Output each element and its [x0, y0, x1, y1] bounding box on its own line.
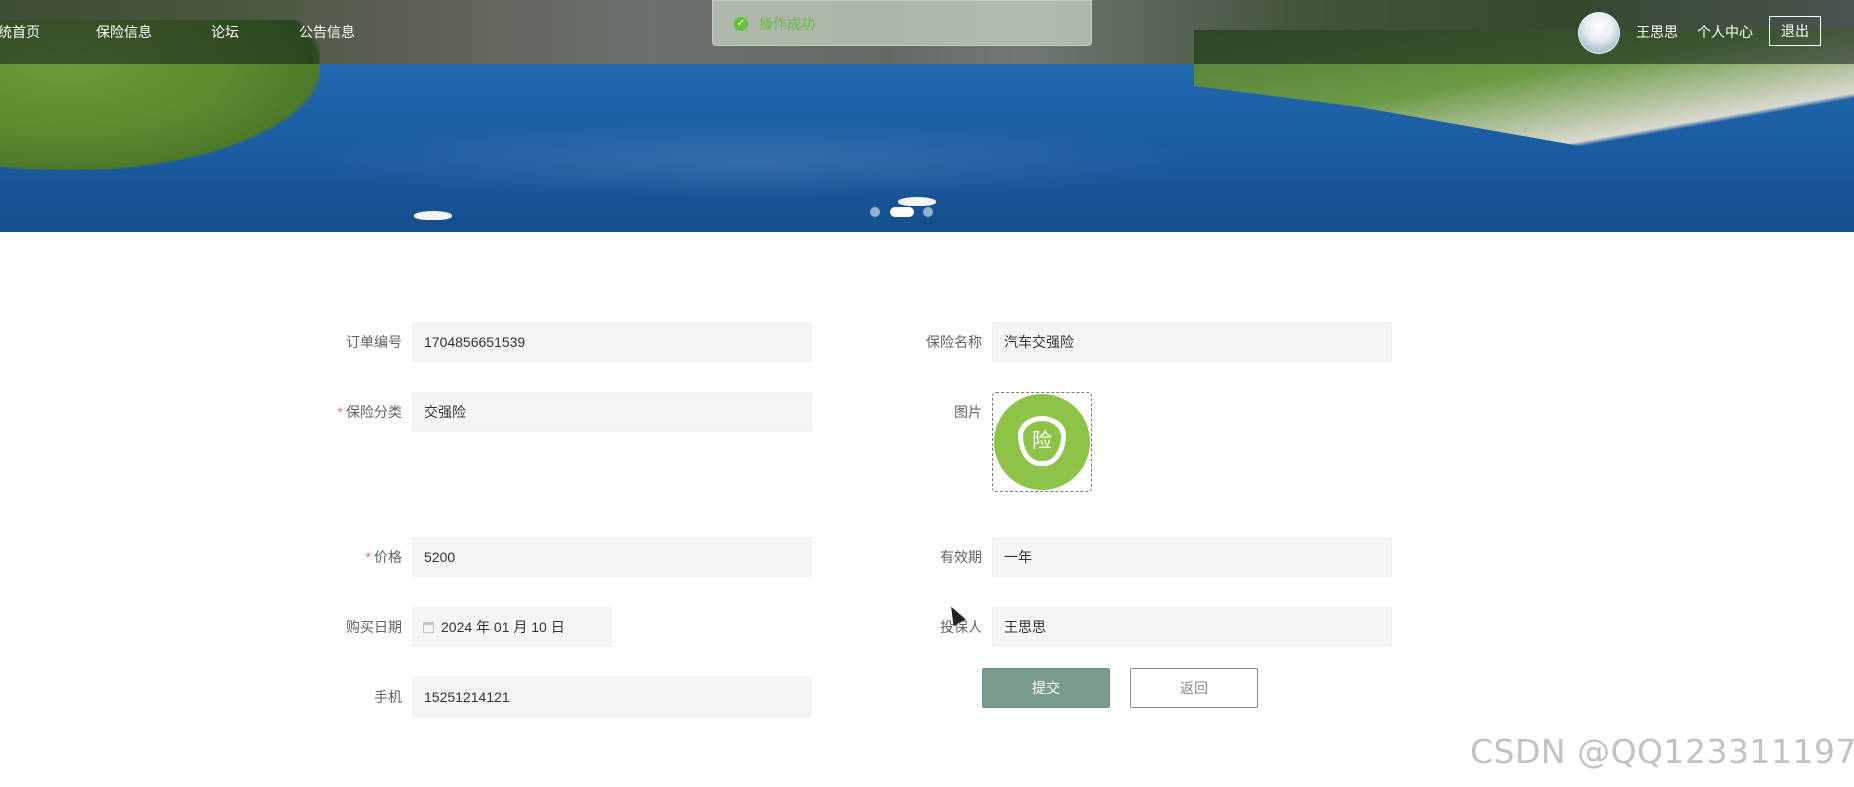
nav-insurance[interactable]: 保险信息 [96, 22, 152, 42]
purchase-date-label: 购买日期 [346, 619, 402, 635]
insurance-name-label: 保险名称 [926, 334, 982, 350]
phone-label: 手机 [374, 689, 402, 705]
carousel-dot-active[interactable] [890, 207, 914, 217]
validity-input[interactable]: 一年 [992, 537, 1392, 577]
username: 王思思 [1636, 24, 1678, 40]
logout-button[interactable]: 退出 [1769, 16, 1821, 46]
shield-outline: 险 [1018, 416, 1066, 466]
submit-button[interactable]: 提交 [982, 668, 1110, 708]
back-button[interactable]: 返回 [1130, 668, 1258, 708]
nav-home[interactable]: 统首页 [0, 22, 40, 42]
purchase-date-picker[interactable]: 2024 年 01 月 10 日 [412, 607, 612, 647]
category-input[interactable]: 交强险 [412, 392, 812, 432]
price-label: * 价格 [272, 547, 402, 567]
category-label-text: 保险分类 [346, 404, 402, 420]
toast-message: 操作成功 [759, 16, 815, 32]
nav-notice[interactable]: 公告信息 [299, 22, 355, 42]
category-label: * 保险分类 [272, 402, 402, 422]
purchase-date-value: 2024 年 01 月 10 日 [441, 619, 565, 635]
insured-input[interactable]: 王思思 [992, 607, 1392, 647]
insurance-glyph: 险 [1023, 421, 1061, 461]
banner-water [300, 120, 1200, 200]
check-circle-icon: ✓ [734, 17, 748, 31]
boat-image [414, 211, 452, 220]
price-label-text: 价格 [374, 549, 402, 565]
carousel-dot[interactable] [870, 207, 880, 217]
insurance-shield-icon: 险 [994, 394, 1090, 490]
watermark: CSDN @QQ123311197 [1470, 732, 1854, 771]
avatar[interactable] [1578, 12, 1620, 54]
insurance-name-input[interactable]: 汽车交强险 [992, 322, 1392, 362]
boat-image [898, 197, 936, 206]
validity-label: 有效期 [940, 549, 982, 565]
required-mark: * [365, 549, 371, 565]
success-toast: ✓ 操作成功 [712, 0, 1092, 46]
order-no-label: 订单编号 [346, 334, 402, 350]
phone-input[interactable]: 15251214121 [412, 677, 812, 717]
personal-center-link[interactable]: 个人中心 [1697, 22, 1753, 42]
nav-forum[interactable]: 论坛 [211, 22, 239, 42]
image-upload[interactable]: 险 [992, 392, 1092, 492]
image-label: 图片 [954, 404, 982, 420]
required-mark: * [337, 404, 343, 420]
order-no-input[interactable]: 1704856651539 [412, 322, 812, 362]
carousel-dot[interactable] [923, 207, 933, 217]
calendar-icon [423, 622, 434, 633]
price-input[interactable]: 5200 [412, 537, 812, 577]
